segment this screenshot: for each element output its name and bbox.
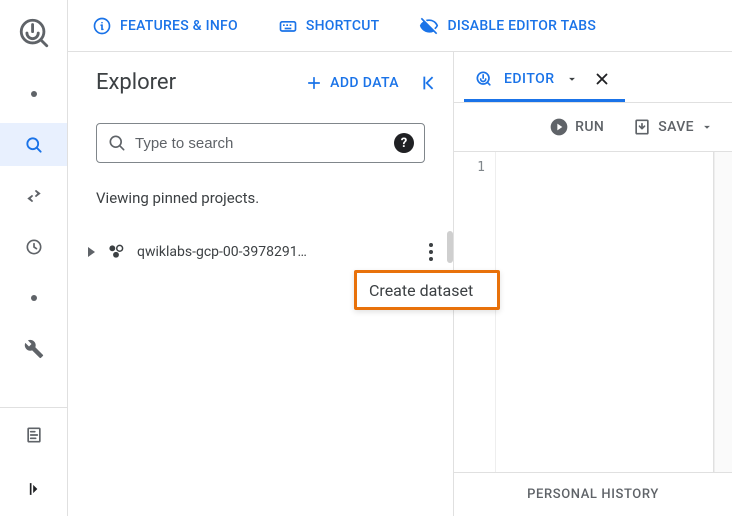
features-info-button[interactable]: FEATURES & INFO	[92, 16, 238, 36]
editor-tabstrip: EDITOR	[454, 52, 732, 102]
run-label: RUN	[575, 119, 604, 135]
bigquery-logo-icon	[16, 16, 52, 50]
rail-item-settings[interactable]	[0, 328, 67, 371]
add-data-button[interactable]: ADD DATA	[304, 73, 399, 93]
save-label: SAVE	[658, 119, 694, 135]
top-toolbar: FEATURES & INFO SHORTCUT DISABLE EDITOR …	[68, 0, 732, 52]
expand-triangle-icon[interactable]	[88, 247, 95, 257]
save-dropdown-icon[interactable]	[700, 120, 714, 134]
editor-tab-label: EDITOR	[504, 71, 555, 87]
editor-tab[interactable]: EDITOR	[464, 59, 625, 102]
editor-gutter: 1	[454, 152, 496, 472]
save-icon	[632, 117, 652, 137]
features-info-label: FEATURES & INFO	[120, 18, 238, 34]
collapse-explorer-icon[interactable]	[417, 72, 439, 94]
rail-expand-icon[interactable]	[0, 462, 67, 516]
create-dataset-label: Create dataset	[369, 281, 473, 300]
rail-item-transfers[interactable]	[0, 174, 67, 217]
rail-item-search[interactable]	[0, 123, 67, 166]
editor-scrollbar[interactable]	[714, 152, 732, 472]
play-icon	[549, 117, 569, 137]
project-name: qwiklabs-gcp-00-3978291…	[137, 244, 413, 260]
left-nav-rail	[0, 0, 68, 516]
save-button[interactable]: SAVE	[632, 117, 714, 137]
personal-history-tab[interactable]: PERSONAL HISTORY	[454, 472, 732, 516]
search-help-icon[interactable]: ?	[394, 133, 414, 153]
explorer-title: Explorer	[96, 70, 176, 95]
rail-item-dot-1[interactable]	[0, 72, 67, 115]
pinned-projects-note: Viewing pinned projects.	[68, 163, 453, 217]
rail-item-notes[interactable]	[0, 408, 67, 462]
create-dataset-menu-item[interactable]: Create dataset	[354, 270, 500, 310]
rail-item-dot-2[interactable]	[0, 277, 67, 320]
search-input[interactable]	[135, 135, 386, 152]
explorer-search-box[interactable]: ?	[96, 123, 425, 163]
project-icon	[105, 241, 127, 263]
tab-close-icon[interactable]	[593, 70, 611, 88]
add-data-label: ADD DATA	[330, 75, 399, 91]
explorer-scrollbar[interactable]	[447, 231, 453, 263]
editor-action-bar: RUN SAVE	[454, 102, 732, 152]
shortcut-button[interactable]: SHORTCUT	[278, 16, 380, 36]
code-editor-area[interactable]	[496, 152, 714, 472]
tab-dropdown-icon[interactable]	[565, 72, 579, 86]
disable-editor-tabs-button[interactable]: DISABLE EDITOR TABS	[419, 16, 596, 36]
query-icon	[474, 69, 494, 89]
rail-item-history[interactable]	[0, 226, 67, 269]
shortcut-label: SHORTCUT	[306, 18, 380, 34]
personal-history-label: PERSONAL HISTORY	[527, 487, 659, 502]
project-actions-kebab-icon[interactable]	[423, 237, 439, 267]
run-button[interactable]: RUN	[549, 117, 604, 137]
disable-editor-tabs-label: DISABLE EDITOR TABS	[447, 18, 596, 34]
search-icon	[107, 133, 127, 153]
project-row[interactable]: qwiklabs-gcp-00-3978291…	[68, 217, 453, 273]
gutter-line-number: 1	[454, 160, 485, 175]
